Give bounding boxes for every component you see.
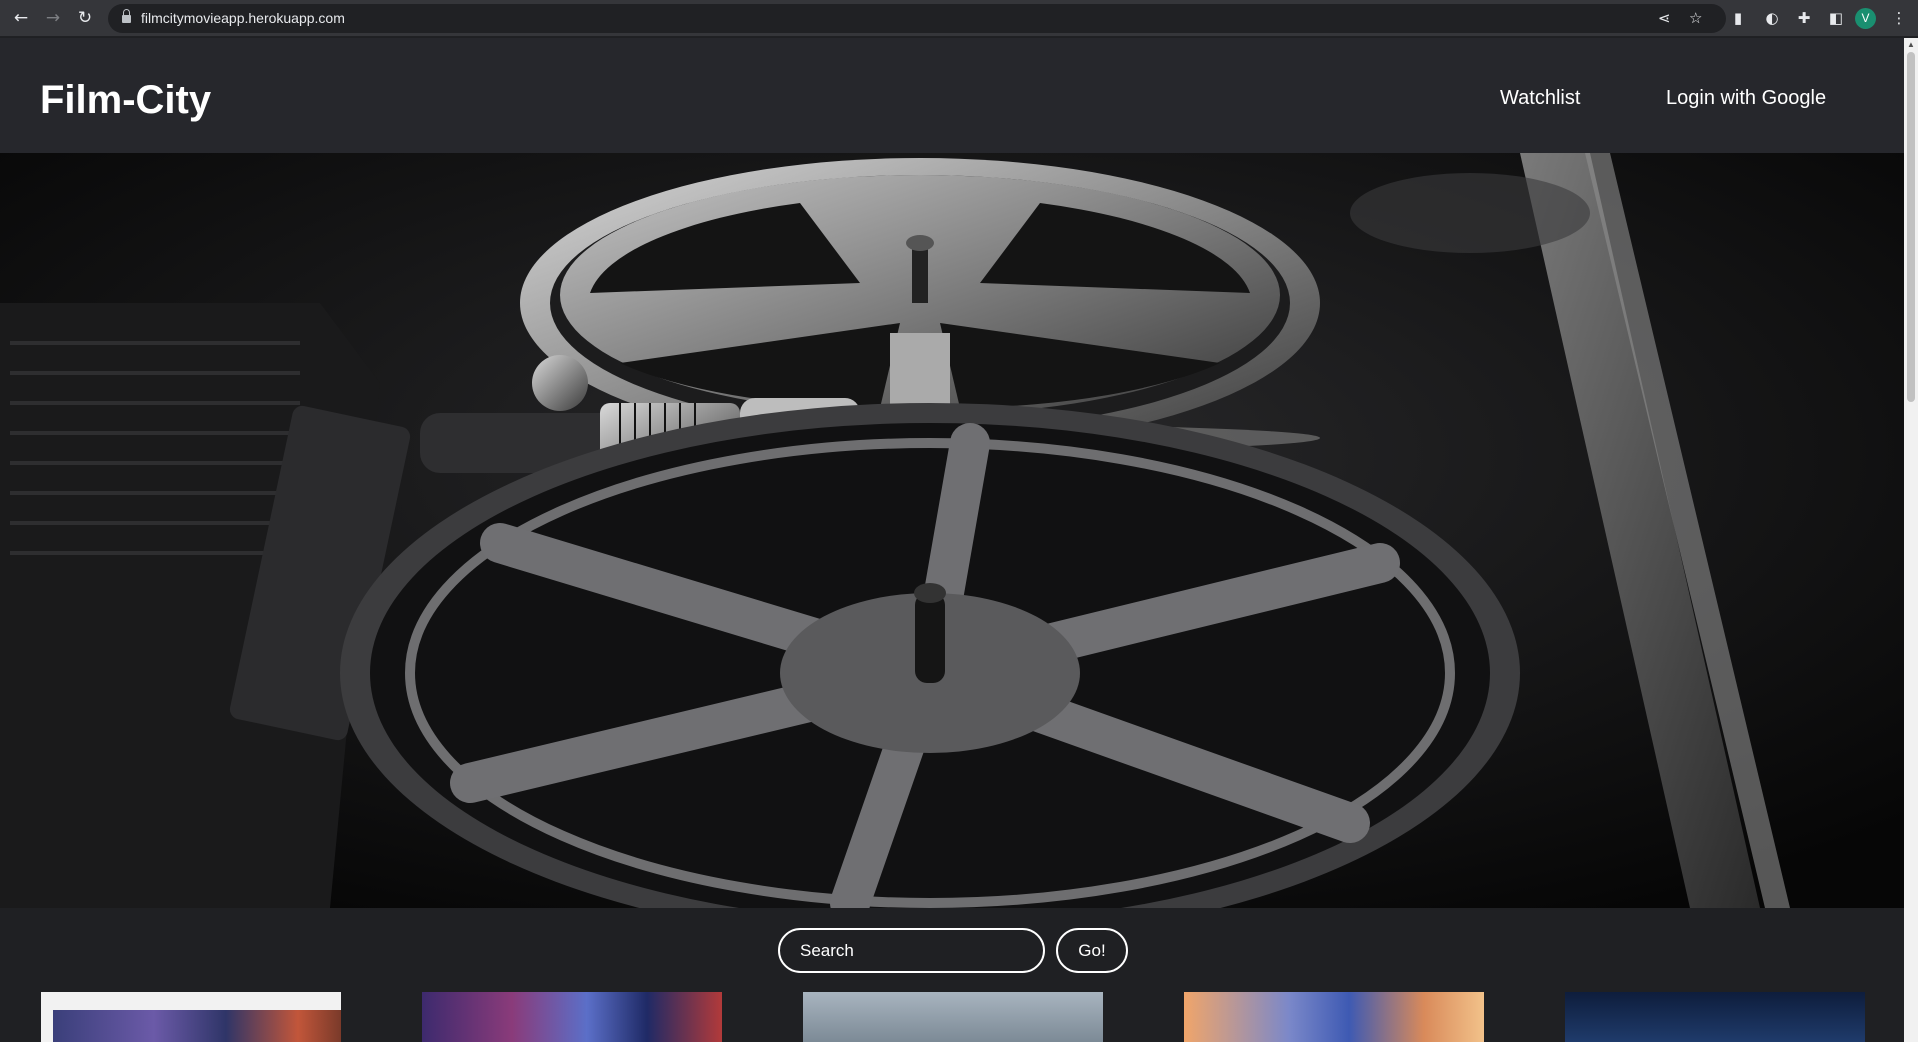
browser-toolbar: ← → ↻ filmcitymovieapp.herokuapp.com ⋖ ☆… xyxy=(0,0,1918,37)
profile-avatar[interactable]: V xyxy=(1855,8,1876,29)
movie-card[interactable] xyxy=(803,992,1103,1042)
movie-poster[interactable] xyxy=(53,1010,341,1042)
forward-icon[interactable]: → xyxy=(42,7,64,29)
page-scrollbar[interactable]: ▲ xyxy=(1904,38,1918,1042)
search-input[interactable] xyxy=(778,928,1045,973)
movie-card[interactable] xyxy=(1565,992,1865,1042)
site-header: Film-City Watchlist Login with Google xyxy=(0,38,1904,153)
menu-icon[interactable]: ⋮ xyxy=(1889,8,1909,28)
watchlist-link[interactable]: Watchlist xyxy=(1500,86,1580,110)
back-icon[interactable]: ← xyxy=(10,7,32,29)
address-bar[interactable]: filmcitymovieapp.herokuapp.com ⋖ ☆ xyxy=(108,4,1726,33)
brand-logo[interactable]: Film-City xyxy=(40,76,211,124)
puzzle-icon[interactable]: ✚ xyxy=(1794,8,1814,28)
movie-card[interactable] xyxy=(422,992,722,1042)
scroll-thumb[interactable] xyxy=(1907,52,1915,402)
movie-card[interactable] xyxy=(1184,992,1484,1042)
extension-icon[interactable]: ▮ xyxy=(1728,8,1748,28)
login-google-link[interactable]: Login with Google xyxy=(1666,86,1826,110)
star-icon[interactable]: ☆ xyxy=(1689,4,1702,33)
share-icon[interactable]: ⋖ xyxy=(1658,4,1671,33)
theme-icon[interactable]: ◐ xyxy=(1762,8,1782,28)
side-panel-icon[interactable]: ◧ xyxy=(1826,8,1846,28)
search-go-button[interactable]: Go! xyxy=(1056,928,1128,973)
movie-card[interactable] xyxy=(41,992,341,1042)
hero-image xyxy=(0,153,1904,908)
lock-icon[interactable] xyxy=(122,9,131,24)
scroll-up-arrow-icon[interactable]: ▲ xyxy=(1904,38,1918,52)
url-text[interactable]: filmcitymovieapp.herokuapp.com xyxy=(141,4,345,33)
film-projector-illustration xyxy=(0,153,1904,908)
reload-icon[interactable]: ↻ xyxy=(74,7,96,29)
